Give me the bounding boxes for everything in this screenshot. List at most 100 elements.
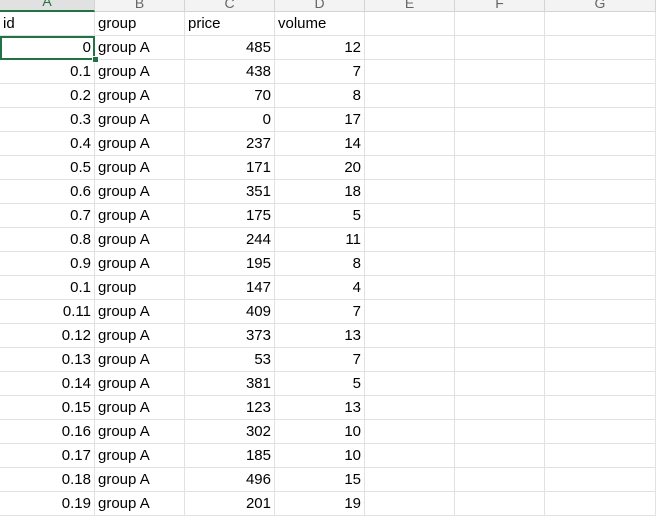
cell-volume[interactable]: 13 <box>275 396 365 420</box>
cell-volume[interactable]: 20 <box>275 156 365 180</box>
cell-group[interactable]: group A <box>95 228 185 252</box>
empty-cell[interactable] <box>545 396 656 420</box>
cell-group[interactable]: group A <box>95 204 185 228</box>
empty-cell[interactable] <box>365 228 455 252</box>
column-header-g[interactable]: G <box>545 0 656 12</box>
cell-volume[interactable]: 17 <box>275 108 365 132</box>
empty-cell[interactable] <box>365 108 455 132</box>
header-cell-group[interactable]: group <box>95 12 185 36</box>
cell-price[interactable]: 123 <box>185 396 275 420</box>
empty-cell[interactable] <box>365 204 455 228</box>
empty-cell[interactable] <box>545 12 656 36</box>
cell-price[interactable]: 381 <box>185 372 275 396</box>
column-header-d[interactable]: D <box>275 0 365 12</box>
cell-id[interactable]: 0.17 <box>0 444 95 468</box>
cell-id[interactable]: 0.7 <box>0 204 95 228</box>
cell-group[interactable]: group A <box>95 300 185 324</box>
cell-price[interactable]: 53 <box>185 348 275 372</box>
cell-group[interactable]: group A <box>95 180 185 204</box>
empty-cell[interactable] <box>545 420 656 444</box>
empty-cell[interactable] <box>365 444 455 468</box>
empty-cell[interactable] <box>545 204 656 228</box>
cell-id[interactable]: 0.1 <box>0 60 95 84</box>
cell-id[interactable]: 0.12 <box>0 324 95 348</box>
cell-volume[interactable]: 19 <box>275 492 365 516</box>
column-header-c[interactable]: C <box>185 0 275 12</box>
cell-group[interactable]: group A <box>95 444 185 468</box>
cell-volume[interactable]: 11 <box>275 228 365 252</box>
empty-cell[interactable] <box>365 420 455 444</box>
cell-price[interactable]: 409 <box>185 300 275 324</box>
cell-price[interactable]: 496 <box>185 468 275 492</box>
empty-cell[interactable] <box>545 492 656 516</box>
cell-id[interactable]: 0.8 <box>0 228 95 252</box>
empty-cell[interactable] <box>545 444 656 468</box>
header-cell-price[interactable]: price <box>185 12 275 36</box>
cell-price[interactable]: 302 <box>185 420 275 444</box>
cell-group[interactable]: group <box>95 276 185 300</box>
empty-cell[interactable] <box>455 348 545 372</box>
cell-id[interactable]: 0.16 <box>0 420 95 444</box>
cell-volume[interactable]: 5 <box>275 204 365 228</box>
empty-cell[interactable] <box>545 156 656 180</box>
cell-price[interactable]: 70 <box>185 84 275 108</box>
cell-price[interactable]: 147 <box>185 276 275 300</box>
empty-cell[interactable] <box>455 444 545 468</box>
cell-group[interactable]: group A <box>95 372 185 396</box>
empty-cell[interactable] <box>455 300 545 324</box>
empty-cell[interactable] <box>365 348 455 372</box>
cell-group[interactable]: group A <box>95 492 185 516</box>
empty-cell[interactable] <box>365 300 455 324</box>
cell-id[interactable]: 0.13 <box>0 348 95 372</box>
cell-id[interactable]: 0.11 <box>0 300 95 324</box>
empty-cell[interactable] <box>545 228 656 252</box>
cell-price[interactable]: 351 <box>185 180 275 204</box>
cell-group[interactable]: group A <box>95 36 185 60</box>
column-header-b[interactable]: B <box>95 0 185 12</box>
column-header-a[interactable]: A <box>0 0 95 12</box>
cell-price[interactable]: 185 <box>185 444 275 468</box>
empty-cell[interactable] <box>545 468 656 492</box>
empty-cell[interactable] <box>545 372 656 396</box>
empty-cell[interactable] <box>455 372 545 396</box>
cell-volume[interactable]: 7 <box>275 300 365 324</box>
empty-cell[interactable] <box>455 276 545 300</box>
cell-price[interactable]: 195 <box>185 252 275 276</box>
cell-price[interactable]: 438 <box>185 60 275 84</box>
cell-group[interactable]: group A <box>95 396 185 420</box>
cell-group[interactable]: group A <box>95 324 185 348</box>
cell-id[interactable]: 0.2 <box>0 84 95 108</box>
cell-id[interactable]: 0.3 <box>0 108 95 132</box>
empty-cell[interactable] <box>365 36 455 60</box>
cell-volume[interactable]: 15 <box>275 468 365 492</box>
empty-cell[interactable] <box>545 36 656 60</box>
empty-cell[interactable] <box>455 228 545 252</box>
cell-id[interactable]: 0.6 <box>0 180 95 204</box>
cell-group[interactable]: group A <box>95 132 185 156</box>
empty-cell[interactable] <box>545 180 656 204</box>
empty-cell[interactable] <box>365 84 455 108</box>
cell-group[interactable]: group A <box>95 84 185 108</box>
cell-volume[interactable]: 10 <box>275 420 365 444</box>
empty-cell[interactable] <box>365 156 455 180</box>
empty-cell[interactable] <box>545 348 656 372</box>
empty-cell[interactable] <box>545 132 656 156</box>
empty-cell[interactable] <box>545 276 656 300</box>
empty-cell[interactable] <box>365 492 455 516</box>
cell-id[interactable]: 0.18 <box>0 468 95 492</box>
cell-price[interactable]: 244 <box>185 228 275 252</box>
cell-volume[interactable]: 10 <box>275 444 365 468</box>
cell-volume[interactable]: 4 <box>275 276 365 300</box>
cell-group[interactable]: group A <box>95 156 185 180</box>
cell-volume[interactable]: 8 <box>275 84 365 108</box>
empty-cell[interactable] <box>455 420 545 444</box>
empty-cell[interactable] <box>455 156 545 180</box>
empty-cell[interactable] <box>455 252 545 276</box>
cell-volume[interactable]: 8 <box>275 252 365 276</box>
empty-cell[interactable] <box>455 60 545 84</box>
cell-group[interactable]: group A <box>95 348 185 372</box>
cell-price[interactable]: 171 <box>185 156 275 180</box>
empty-cell[interactable] <box>455 84 545 108</box>
cell-id[interactable]: 0.1 <box>0 276 95 300</box>
empty-cell[interactable] <box>365 324 455 348</box>
